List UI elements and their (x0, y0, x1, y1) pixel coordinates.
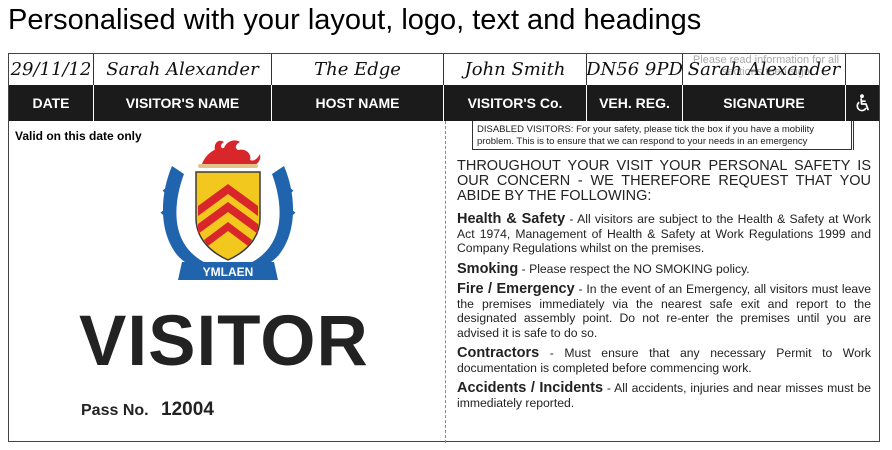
perforation-line (445, 121, 446, 443)
safety-intro: THROUGHOUT YOUR VISIT YOUR PERSONAL SAFE… (457, 158, 871, 204)
accessibility-entry[interactable] (846, 54, 879, 85)
rule-title: Fire / Emergency (457, 281, 575, 297)
signature-entry[interactable]: Please read information for all sections… (683, 54, 846, 85)
valid-date-note: Valid on this date only (15, 129, 142, 143)
safety-rules: THROUGHOUT YOUR VISIT YOUR PERSONAL SAFE… (457, 159, 871, 416)
crest-logo: YMLAEN (160, 140, 296, 280)
visitor-pass-card: 29/11/12 Sarah Alexander The Edge John S… (8, 53, 880, 443)
rule-title: Health & Safety (457, 211, 566, 227)
rule-smoking: Smoking - Please respect the NO SMOKING … (457, 260, 871, 277)
header-host-name: HOST NAME (272, 85, 444, 121)
rule-fire-emergency: Fire / Emergency - In the event of an Em… (457, 282, 871, 340)
handwritten-entry-row: 29/11/12 Sarah Alexander The Edge John S… (9, 54, 879, 85)
visitor-label: VISITOR (79, 302, 369, 381)
visitor-name-entry[interactable]: Sarah Alexander (94, 54, 272, 85)
mobility-tick-box[interactable] (853, 121, 879, 150)
rule-contractors: Contractors - Must ensure that any neces… (457, 346, 871, 375)
crest-motto: YMLAEN (203, 265, 254, 279)
rule-title: Contractors (457, 345, 540, 361)
header-vehicle-reg: VEH. REG. (587, 85, 683, 121)
header-visitor-name: VISITOR'S NAME (94, 85, 272, 121)
signature-text: Sarah Alexander (687, 59, 841, 80)
disabled-visitors-note: DISABLED VISITORS: For your safety, plea… (472, 121, 852, 150)
header-signature: SIGNATURE (683, 85, 846, 121)
rule-text: - Please respect the NO SMOKING policy. (518, 261, 750, 276)
vehicle-reg-entry[interactable]: DN56 9PD (587, 54, 683, 85)
rule-title: Accidents / Incidents (457, 380, 604, 396)
rule-accidents: Accidents / Incidents - All accidents, i… (457, 381, 871, 410)
pass-label: Pass No. (81, 402, 149, 419)
pass-number-value: 12004 (161, 399, 214, 420)
date-entry[interactable]: 29/11/12 (9, 54, 94, 85)
host-name-entry[interactable]: The Edge (272, 54, 444, 85)
rule-title: Smoking (457, 260, 519, 277)
wheelchair-icon (846, 85, 879, 121)
column-header-row: DATE VISITOR'S NAME HOST NAME VISITOR'S … (9, 85, 879, 121)
pass-number: Pass No. 12004 (81, 399, 214, 421)
visitor-company-entry[interactable]: John Smith (444, 54, 587, 85)
rule-health-safety: Health & Safety - All visitors are subje… (457, 212, 871, 256)
header-date: DATE (9, 85, 94, 121)
header-visitor-company: VISITOR'S Co. (444, 85, 587, 121)
headline: Personalised with your layout, logo, tex… (8, 4, 702, 36)
